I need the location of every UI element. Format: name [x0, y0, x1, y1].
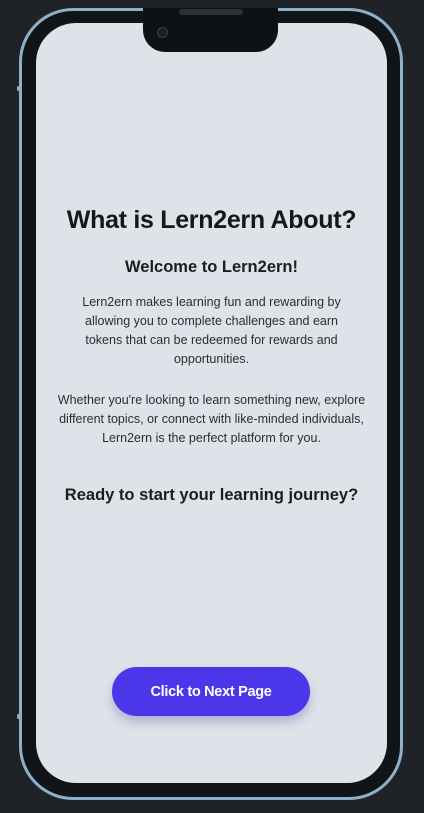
- description-paragraph: Whether you're looking to learn somethin…: [57, 393, 366, 445]
- page-title: What is Lern2ern About?: [66, 206, 357, 234]
- phone-side-button: [400, 714, 403, 719]
- welcome-heading: Welcome to Lern2ern!: [125, 258, 298, 276]
- phone-side-button: [400, 86, 403, 91]
- phone-side-button: [17, 86, 20, 91]
- stage: What is Lern2ern About? Welcome to Lern2…: [0, 0, 424, 813]
- phone-screen: What is Lern2ern About? Welcome to Lern2…: [36, 23, 387, 783]
- phone-side-button: [17, 714, 20, 719]
- front-camera-icon: [157, 27, 168, 38]
- next-page-button[interactable]: Click to Next Page: [112, 667, 310, 716]
- about-content: What is Lern2ern About? Welcome to Lern2…: [36, 23, 387, 783]
- speaker-grille: [179, 9, 243, 15]
- intro-paragraph: Lern2ern makes learning fun and rewardin…: [82, 295, 341, 366]
- call-to-action-text: Ready to start your learning journey?: [64, 486, 359, 504]
